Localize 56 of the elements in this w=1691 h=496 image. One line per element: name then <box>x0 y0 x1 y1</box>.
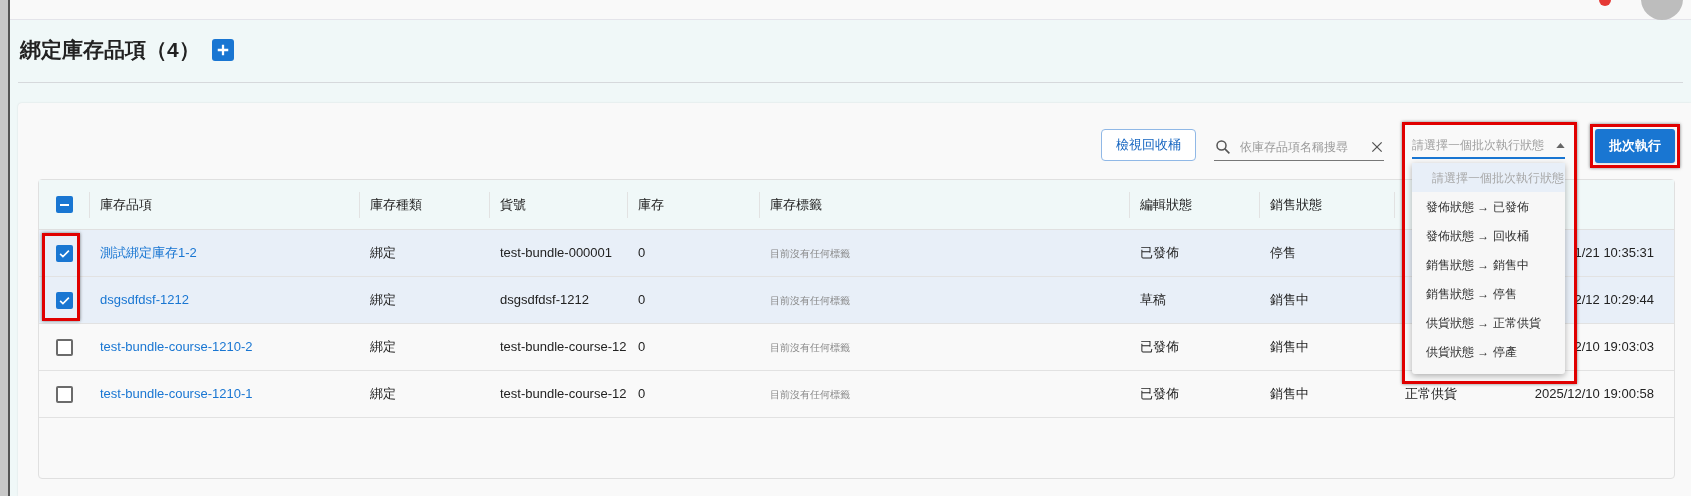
table-cell-text: 正常供貨 <box>1405 385 1457 404</box>
checkbox[interactable] <box>55 291 73 309</box>
table-cell-text: dsgsdfdsf-1212 <box>500 291 589 310</box>
table-cell-text: 0 <box>638 385 646 404</box>
status-option[interactable]: 發佈狀態 → 已發佈 <box>1412 192 1565 221</box>
table-cell-text: test-bundle-course-12 <box>500 338 627 357</box>
table-cell-text: 綁定 <box>370 385 396 404</box>
table-cell-text: 已發佈 <box>1140 338 1179 357</box>
column-header: 貨號 <box>500 195 526 214</box>
status-option[interactable]: 銷售狀態 → 停售 <box>1412 279 1565 308</box>
table-cell-text: 0 <box>638 244 646 263</box>
table-cell-text: 0 <box>638 338 646 357</box>
item-link[interactable]: dsgsdfdsf-1212 <box>100 290 189 310</box>
column-header: 庫存種類 <box>370 195 422 214</box>
table-cell-text: 目前沒有任何標籤 <box>770 387 850 402</box>
table-cell-text: 草稿 <box>1140 291 1166 310</box>
status-option[interactable]: 供貨狀態 → 停產 <box>1412 337 1565 366</box>
table-cell-text: 綁定 <box>370 291 396 310</box>
column-header: 庫存 <box>638 195 664 214</box>
plus-icon <box>215 43 230 57</box>
add-button[interactable] <box>211 39 234 61</box>
column-header: 編輯狀態 <box>1140 195 1192 214</box>
recycle-bin-button[interactable]: 檢視回收桶 <box>1101 129 1196 161</box>
table-cell-text: 銷售中 <box>1270 385 1309 404</box>
item-link[interactable]: 測試綁定庫存1-2 <box>100 243 197 263</box>
table-cell-text: 銷售中 <box>1270 291 1309 310</box>
checkbox[interactable] <box>55 385 73 403</box>
table-cell-text: 銷售中 <box>1270 338 1309 357</box>
table-cell-text: 2025/12/10 19:00:58 <box>1534 385 1654 404</box>
table-cell-text: 已發佈 <box>1140 385 1179 404</box>
item-link[interactable]: test-bundle-course-1210-2 <box>100 337 253 357</box>
column-header: 庫存標籤 <box>770 195 822 214</box>
table-cell-text: 停售 <box>1270 244 1296 263</box>
batch-run-button[interactable]: 批次執行 <box>1595 129 1675 163</box>
table-cell-text: 綁定 <box>370 338 396 357</box>
search-field[interactable]: 依庫存品項名稱搜尋 <box>1240 137 1362 156</box>
table-cell-text: test-bundle-000001 <box>500 244 613 263</box>
table-cell-text: 已發佈 <box>1140 244 1179 263</box>
table-cell-text: 目前沒有任何標籤 <box>770 293 850 308</box>
table-cell-text: test-bundle-course-12 <box>500 385 627 404</box>
column-header: 庫存品項 <box>100 195 152 214</box>
column-header: 銷售狀態 <box>1270 195 1322 214</box>
checkbox[interactable] <box>55 196 73 213</box>
table-cell-text: 0 <box>638 291 646 310</box>
page-title: 綁定庫存品項（4） <box>20 37 200 64</box>
checkbox[interactable] <box>55 244 73 262</box>
table-cell-text: 目前沒有任何標籤 <box>770 340 850 355</box>
status-option[interactable]: 銷售狀態 → 銷售中 <box>1412 250 1565 279</box>
table-cell-text: 目前沒有任何標籤 <box>770 246 850 261</box>
checkbox[interactable] <box>55 338 73 356</box>
table-cell-text: 1/21 10:35:31 <box>1574 244 1654 263</box>
search-icon <box>1214 137 1232 156</box>
table-cell-text: 綁定 <box>370 244 396 263</box>
clear-icon[interactable] <box>1370 139 1384 154</box>
caret-icon <box>1556 142 1565 148</box>
item-link[interactable]: test-bundle-course-1210-1 <box>100 384 253 404</box>
